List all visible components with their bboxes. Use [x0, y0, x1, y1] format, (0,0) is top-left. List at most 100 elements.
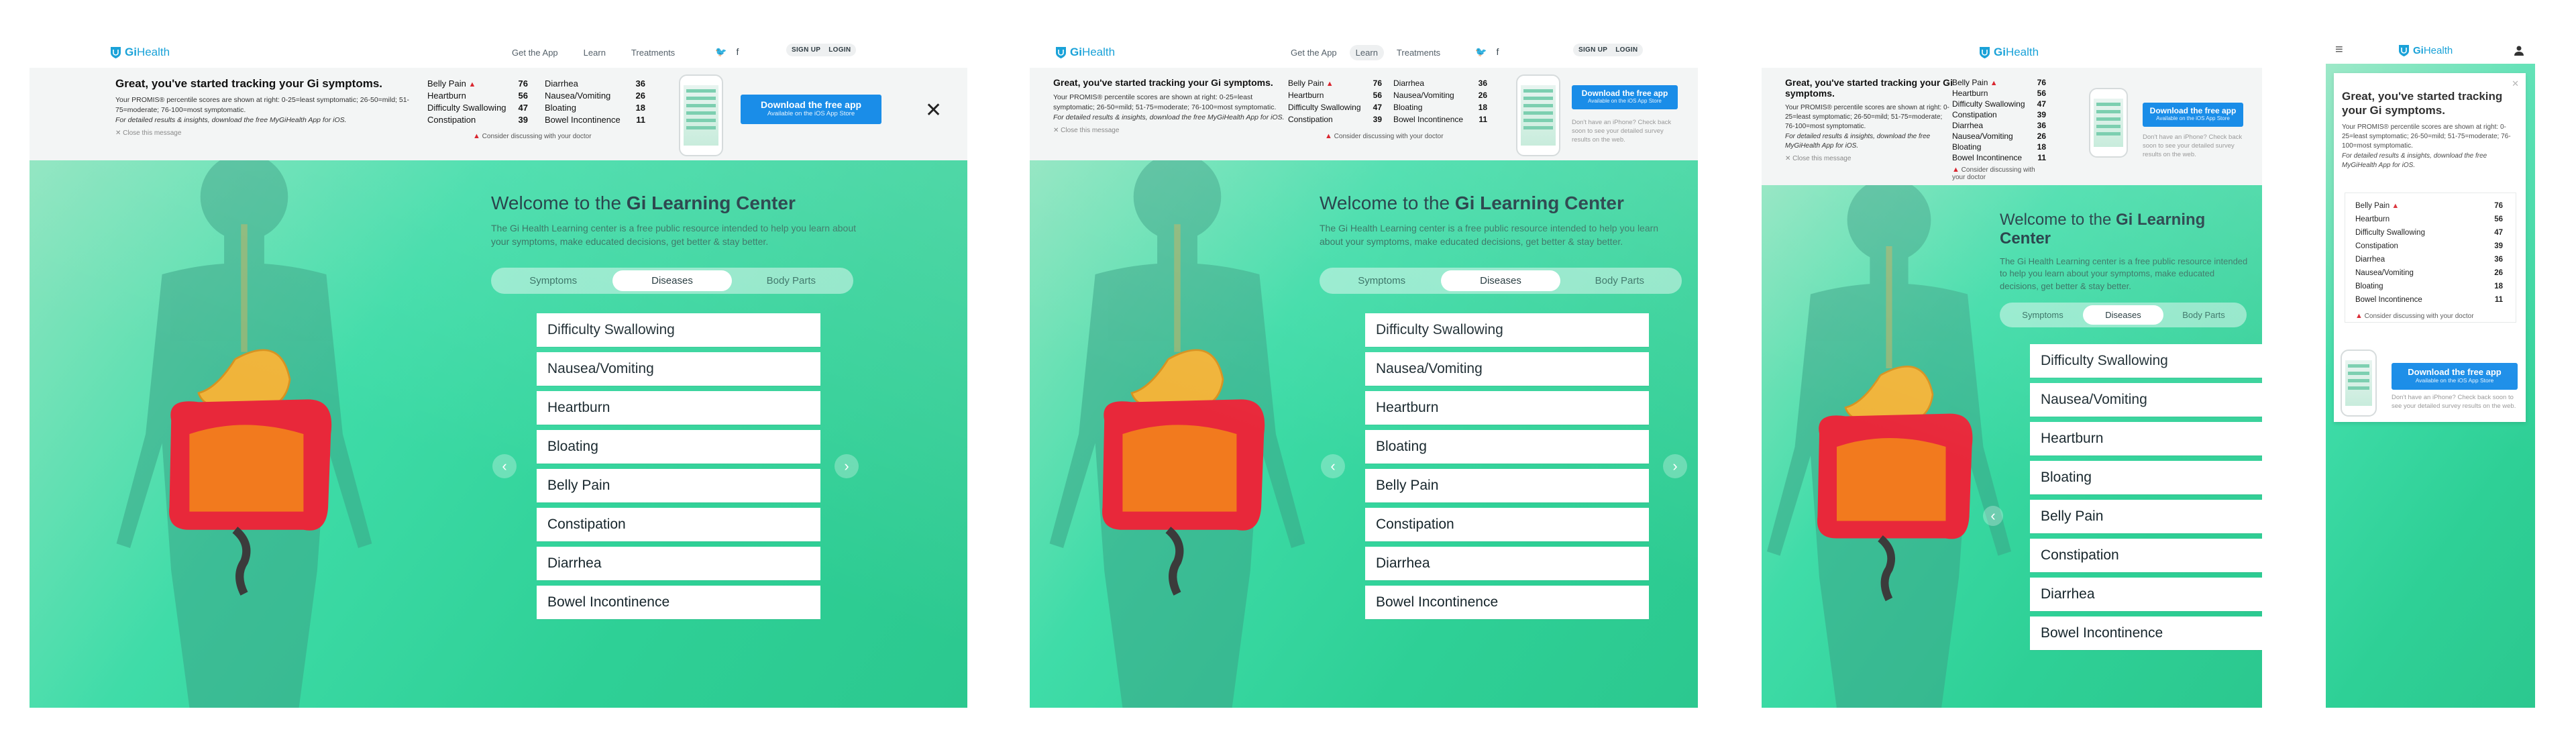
facebook-icon[interactable]: f [736, 46, 739, 58]
learning-center-hero: Welcome to the Gi Learning Center The Gi… [1762, 185, 2262, 708]
list-item[interactable]: Heartburn [2030, 422, 2262, 455]
download-app-button[interactable]: Download the free app Available on the iO… [1572, 85, 1678, 109]
brand-logo[interactable]: GiHealth [110, 44, 170, 61]
tab-symptoms[interactable]: Symptoms [1322, 270, 1441, 291]
list-item[interactable]: Bloating [2030, 461, 2262, 494]
banner-title: Great, you've started tracking your Gi s… [2342, 90, 2503, 117]
nav-treatments[interactable]: Treatments [625, 45, 681, 60]
nav-get-the-app[interactable]: Get the App [1285, 45, 1343, 60]
close-message-link[interactable]: ✕ Close this message [1785, 155, 1953, 162]
list-item[interactable]: Diarrhea [2030, 578, 2262, 611]
logo-shield-icon [111, 47, 121, 58]
list-item[interactable]: Difficulty Swallowing [2030, 344, 2262, 378]
top-navigation: GiHealth Get the App Learn Treatments 🐦 … [30, 37, 967, 68]
top-navigation: GiHealth Get the App Learn Treatments 🐦 … [1030, 37, 1698, 68]
list-item[interactable]: Belly Pain [2030, 500, 2262, 533]
list-item[interactable]: Heartburn [1365, 391, 1649, 425]
list-item[interactable]: Constipation [537, 508, 820, 541]
list-item[interactable]: Bowel Incontinence [1365, 586, 1649, 619]
scores-right: Diarrhea 36 Nausea/Vomiting 26 Bloating 18 … [545, 78, 645, 125]
brand-logo[interactable]: GiHealth [1979, 44, 2039, 61]
list-item[interactable]: Nausea/Vomiting [1365, 352, 1649, 386]
banner-body: Your PROMIS® percentile scores are shown… [115, 96, 410, 124]
iphone-note: Don't have an iPhone? Check back soon to… [1572, 119, 1672, 144]
banner-title: Great, you've started tracking your Gi s… [115, 77, 382, 90]
brand-logo[interactable]: GiHealth [2398, 42, 2453, 59]
twitter-icon[interactable]: 🐦 [715, 46, 727, 58]
download-app-button[interactable]: Download the free app Available on the iO… [2143, 103, 2243, 127]
download-app-button[interactable]: Download the free app Available on the iO… [2392, 363, 2518, 390]
tab-body-parts[interactable]: Body Parts [732, 270, 851, 291]
list-item[interactable]: Belly Pain [537, 469, 820, 502]
category-tabs: Symptoms Diseases Body Parts [1320, 268, 1682, 294]
login-button[interactable]: LOGIN [828, 46, 851, 54]
tab-diseases[interactable]: Diseases [2083, 305, 2163, 325]
logo-shield-icon [1056, 47, 1066, 58]
close-icon[interactable]: ✕ [925, 99, 942, 122]
list-item[interactable]: Nausea/Vomiting [2030, 383, 2262, 417]
previous-arrow-button[interactable]: ‹ [1321, 454, 1345, 478]
warning-icon: ▲ [1990, 79, 1998, 87]
consider-doctor-note: ▲ Consider discussing with your doctor [2355, 312, 2474, 320]
top-navigation: ≡ GiHealth [2326, 37, 2535, 64]
list-item[interactable]: Difficulty Swallowing [537, 313, 820, 347]
close-message-link[interactable]: ✕ Close this message [1053, 127, 1288, 134]
tab-body-parts[interactable]: Body Parts [2163, 305, 2244, 325]
main-nav: Get the App Learn Treatments [1285, 45, 1446, 60]
tab-body-parts[interactable]: Body Parts [1560, 270, 1679, 291]
nav-treatments[interactable]: Treatments [1391, 45, 1446, 60]
tracking-card: ✕ Great, you've started tracking your Gi… [2334, 73, 2526, 422]
phone-illustration [679, 74, 723, 156]
nav-learn[interactable]: Learn [578, 45, 612, 60]
list-item[interactable]: Constipation [1365, 508, 1649, 541]
banner-text: Great, you've started tracking your Gi s… [1053, 77, 1288, 134]
close-message-link[interactable]: ✕ Close this message [115, 129, 411, 137]
nav-learn[interactable]: Learn [1349, 45, 1384, 60]
list-item[interactable]: Diarrhea [537, 547, 820, 580]
list-item[interactable]: Difficulty Swallowing [1365, 313, 1649, 347]
signup-button[interactable]: SIGN UP [1578, 46, 1607, 54]
score-row: Belly Pain ▲ 76 [427, 78, 528, 89]
nav-get-the-app[interactable]: Get the App [506, 45, 564, 60]
tab-diseases[interactable]: Diseases [1441, 270, 1560, 291]
scores-right: Diarrhea 36 Nausea/Vomiting 26 Bloating 18 … [1393, 78, 1487, 124]
intro-text: The Gi Health Learning center is a free … [491, 223, 857, 247]
next-arrow-button[interactable]: › [835, 454, 859, 478]
twitter-icon[interactable]: 🐦 [1475, 46, 1487, 58]
tracking-banner: Great, you've started tracking your Gi s… [1762, 68, 2262, 186]
next-arrow-button[interactable]: › [1663, 454, 1687, 478]
logo-shield-icon [2399, 45, 2409, 56]
facebook-icon[interactable]: f [1496, 46, 1499, 58]
tab-symptoms[interactable]: Symptoms [494, 270, 612, 291]
list-item[interactable]: Heartburn [537, 391, 820, 425]
previous-arrow-button[interactable]: ‹ [492, 454, 517, 478]
brand-logo[interactable]: GiHealth [1055, 44, 1115, 61]
list-item[interactable]: Bowel Incontinence [2030, 616, 2262, 650]
tab-symptoms[interactable]: Symptoms [2002, 305, 2083, 325]
list-item[interactable]: Bowel Incontinence [537, 586, 820, 619]
list-item[interactable]: Bloating [537, 430, 820, 464]
list-item[interactable]: Constipation [2030, 539, 2262, 572]
previous-arrow-button[interactable]: ‹ [1983, 506, 2003, 526]
tracking-banner: Great, you've started tracking your Gi s… [1030, 68, 1698, 161]
scores-list: Belly Pain ▲ 76 Heartburn 56 Difficulty Sw… [1952, 78, 2046, 181]
list-item[interactable]: Nausea/Vomiting [537, 352, 820, 386]
desktop-medium-screen: GiHealth Get the App Learn Treatments 🐦 … [1030, 37, 1698, 708]
tab-diseases[interactable]: Diseases [612, 270, 732, 291]
user-avatar-icon[interactable] [2514, 45, 2524, 56]
desktop-wide-screen: GiHealth Get the App Learn Treatments 🐦 … [30, 37, 967, 708]
auth-buttons: SIGN UP LOGIN [786, 44, 857, 56]
iphone-note: Don't have an iPhone? Check back soon to… [2392, 394, 2516, 410]
phone-illustration [2341, 350, 2377, 417]
close-icon[interactable]: ✕ [2512, 78, 2519, 89]
list-item[interactable]: Bloating [1365, 430, 1649, 464]
banner-text: Great, you've started tracking your Gi s… [115, 77, 411, 137]
list-item[interactable]: Diarrhea [1365, 547, 1649, 580]
login-button[interactable]: LOGIN [1615, 46, 1638, 54]
learning-center-hero: Welcome to the Gi Learning Center The Gi… [30, 160, 967, 708]
signup-button[interactable]: SIGN UP [792, 46, 820, 54]
download-app-button[interactable]: Download the free app Available on the iO… [741, 95, 881, 124]
hamburger-menu-icon[interactable]: ≡ [2335, 42, 2343, 58]
banner-title: Great, you've started tracking your Gi s… [1053, 77, 1273, 88]
list-item[interactable]: Belly Pain [1365, 469, 1649, 502]
